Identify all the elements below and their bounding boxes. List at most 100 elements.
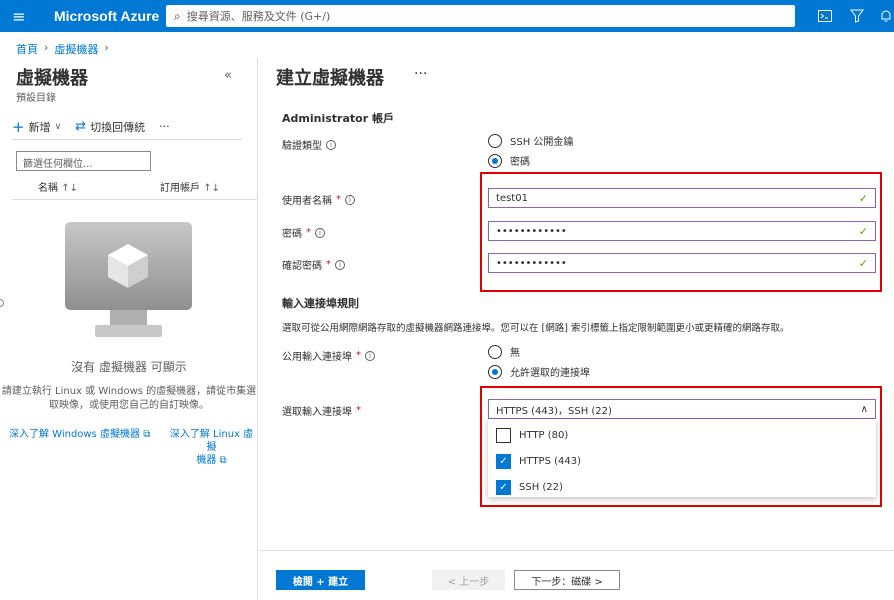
chevron-up-icon: ∧ <box>860 403 868 415</box>
column-subscription-label: 訂用帳戶 <box>160 183 200 194</box>
info-icon[interactable]: i <box>365 350 375 361</box>
learn-linux-link[interactable]: 深入了解 Linux 虛擬 機器 ⧉ <box>165 428 258 467</box>
select-ports-value: HTTPS (443)，SSH (22) <box>496 405 612 417</box>
empty-desc-line1: 請建立執行 Linux 或 Windows 的虛擬機器，請從市集選 <box>1 386 257 397</box>
create-vm-pane: 建立虛擬機器 ··· Administrator 帳戶 驗證類型 i SSH 公… <box>259 58 894 600</box>
collapse-icon[interactable]: « <box>224 68 232 83</box>
search-input[interactable]: ⌕ 搜尋資源、服務及文件 (G+/) <box>166 5 795 27</box>
info-icon[interactable]: i <box>326 139 336 150</box>
empty-state-illustration <box>65 222 192 339</box>
username-field[interactable]: test01 ✓ <box>488 188 876 208</box>
inbound-section-heading: 輸入連接埠規則 <box>282 297 359 310</box>
username-value: test01 <box>496 192 528 204</box>
learn-windows-label: 深入了解 Windows 虛擬機器 <box>9 429 140 440</box>
info-icon[interactable]: i <box>335 259 345 270</box>
column-subscription[interactable]: 訂用帳戶 ↑↓ <box>160 179 220 194</box>
select-ports-dropdown[interactable]: HTTPS (443)，SSH (22) ∧ <box>488 399 876 419</box>
radio-ssh-key[interactable]: SSH 公開金鑰 <box>488 133 573 148</box>
radio-no-ports[interactable]: 無 <box>488 344 520 359</box>
directory-subtitle: 預設目錄 <box>16 93 56 104</box>
filter-input[interactable]: 篩選任何欄位... <box>16 151 151 171</box>
plus-icon: + <box>12 117 25 136</box>
check-icon: ✓ <box>858 191 868 205</box>
chevron-right-icon: › <box>44 41 49 54</box>
info-icon[interactable]: i <box>315 227 325 238</box>
breadcrumb-home[interactable]: 首頁 <box>16 41 38 57</box>
port-option-label: HTTP (80) <box>519 430 569 441</box>
radio-allow-label: 允許選取的連接埠 <box>510 368 590 379</box>
check-icon: ✓ <box>858 256 868 270</box>
inbound-description: 選取可從公用網際網路存取的虛擬機器網路連接埠。您可以在 [網路] 索引標籤上指定… <box>282 323 790 334</box>
username-text: 使用者名稱 <box>282 196 332 207</box>
pane-resize-handle[interactable] <box>0 299 4 307</box>
chevron-down-icon: ∨ <box>54 121 62 132</box>
sort-icon: ↑↓ <box>61 183 78 194</box>
confirm-password-value: •••••••••••• <box>496 257 567 269</box>
search-placeholder: 搜尋資源、服務及文件 (G+/) <box>186 10 331 23</box>
public-ports-label: 公用輸入連接埠 * i <box>282 348 375 363</box>
learn-linux-label-2: 機器 <box>196 455 217 466</box>
radio-allow-selected-ports[interactable]: 允許選取的連接埠 <box>488 364 590 379</box>
column-name[interactable]: 名稱 ↑↓ <box>38 179 78 194</box>
switch-classic-button[interactable]: ⇄ 切換回傳統 <box>75 119 145 135</box>
port-option-http[interactable]: HTTP (80) <box>496 428 568 443</box>
next-disks-button[interactable]: 下一步：磁碟 > <box>514 570 620 590</box>
password-text: 密碼 <box>282 229 302 240</box>
learn-windows-link[interactable]: 深入了解 Windows 虛擬機器 ⧉ <box>9 428 150 441</box>
divider <box>12 199 258 200</box>
top-bar: ≡ Microsoft Azure ⌕ 搜尋資源、服務及文件 (G+/) <box>0 0 894 32</box>
notifications-icon[interactable] <box>876 6 894 26</box>
port-option-label: SSH (22) <box>519 482 563 493</box>
admin-section-heading: Administrator 帳戶 <box>282 112 394 125</box>
learn-linux-label-1: 深入了解 Linux 虛擬 <box>169 429 254 453</box>
breadcrumb-vms[interactable]: 虛擬機器 <box>54 41 98 57</box>
port-option-ssh[interactable]: ✓ SSH (22) <box>496 480 563 495</box>
info-icon[interactable]: i <box>345 194 355 205</box>
radio-password[interactable]: 密碼 <box>488 153 530 168</box>
checkbox[interactable] <box>496 428 511 443</box>
ports-option-list: HTTP (80) ✓ HTTPS (443) ✓ SSH (22) <box>488 419 876 497</box>
confirm-password-field[interactable]: •••••••••••• ✓ <box>488 253 876 273</box>
search-icon: ⌕ <box>174 8 181 23</box>
confirm-password-label: 確認密碼 * i <box>282 257 345 272</box>
switch-icon: ⇄ <box>75 119 87 134</box>
more-options-button[interactable]: ··· <box>414 66 427 82</box>
hamburger-icon[interactable]: ≡ <box>0 0 38 32</box>
cloud-shell-icon[interactable] <box>815 6 835 26</box>
previous-button[interactable]: < 上一步 <box>432 570 505 590</box>
password-field[interactable]: •••••••••••• ✓ <box>488 221 876 241</box>
radio-password-label: 密碼 <box>510 157 530 168</box>
sort-icon: ↑↓ <box>203 183 220 194</box>
empty-state-title: 沒有 虛擬機器 可顯示 <box>71 360 187 374</box>
public-ports-text: 公用輸入連接埠 <box>282 352 352 363</box>
brand-logo[interactable]: Microsoft Azure <box>54 8 164 24</box>
external-link-icon: ⧉ <box>219 455 227 466</box>
port-option-https[interactable]: ✓ HTTPS (443) <box>496 454 581 469</box>
more-button[interactable]: ··· <box>159 120 170 133</box>
vm-cube-icon <box>108 244 148 288</box>
checkbox-checked[interactable]: ✓ <box>496 454 511 469</box>
switch-label: 切換回傳統 <box>90 120 146 134</box>
password-value: •••••••••••• <box>496 225 567 237</box>
auth-type-text: 驗證類型 <box>282 141 322 152</box>
select-ports-text: 選取輸入連接埠 <box>282 407 352 418</box>
vm-toolbar: + 新增 ∨ ⇄ 切換回傳統 ··· <box>12 114 242 140</box>
port-option-label: HTTPS (443) <box>519 456 582 467</box>
empty-state-description: 請建立執行 Linux 或 Windows 的虛擬機器，請從市集選 取映像，或使… <box>0 385 258 413</box>
password-label: 密碼 * i <box>282 225 325 240</box>
new-button[interactable]: + 新增 ∨ <box>12 118 61 136</box>
checkbox-checked[interactable]: ✓ <box>496 480 511 495</box>
review-create-button[interactable]: 檢閱 + 建立 <box>276 570 365 590</box>
create-vm-title: 建立虛擬機器 <box>276 68 384 89</box>
radio-circle <box>488 344 502 359</box>
username-label: 使用者名稱 * i <box>282 192 355 207</box>
radio-circle <box>488 133 502 148</box>
directory-filter-icon[interactable] <box>847 6 867 26</box>
empty-desc-line2: 取映像，或使用您自己的自訂映像。 <box>49 400 209 411</box>
new-label: 新增 <box>28 120 51 134</box>
radio-ssh-label: SSH 公開金鑰 <box>510 137 574 148</box>
auth-type-label: 驗證類型 i <box>282 137 336 152</box>
radio-none-label: 無 <box>510 348 520 359</box>
vm-list-pane: 虛擬機器 預設目錄 « + 新增 ∨ ⇄ 切換回傳統 ··· 篩選任何欄位...… <box>0 58 258 600</box>
radio-circle-selected <box>488 364 502 379</box>
